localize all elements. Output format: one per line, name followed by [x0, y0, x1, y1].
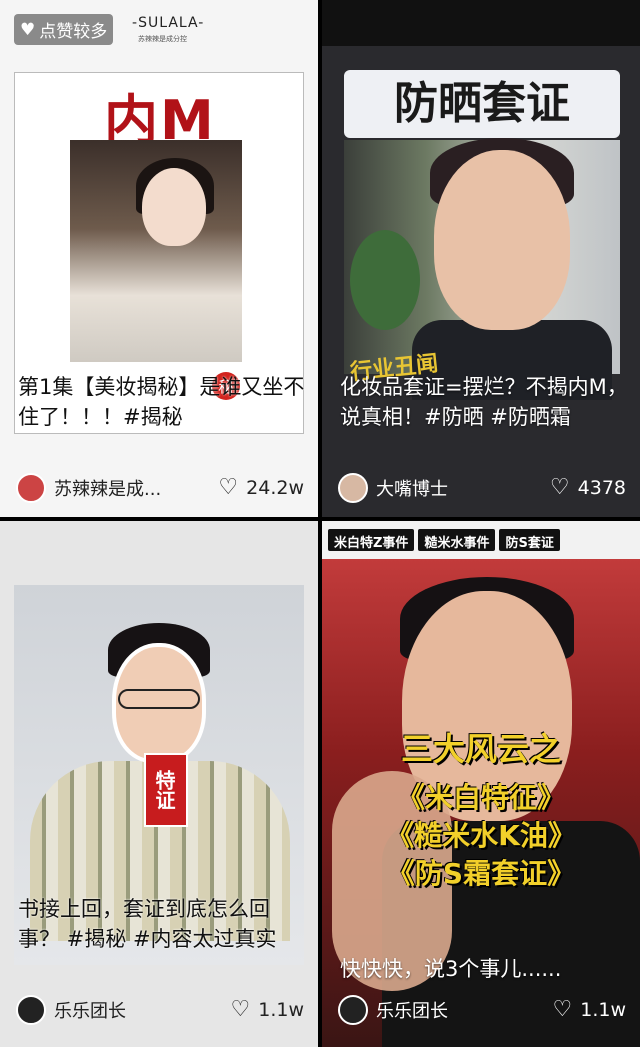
card-caption: 第1集【美妆揭秘】是谁又坐不住了！！！#揭秘 — [18, 375, 305, 429]
like-count: 1.1w — [258, 999, 304, 1021]
brand-logo: -SULALA- — [132, 15, 205, 31]
cover-tab: 米白特Z事件 — [328, 529, 415, 551]
feed-card-3[interactable]: 套证 特证 书接上回，套证到底怎么回事？ #揭秘 #内容太过真实 乐乐团长 ♡ … — [0, 521, 318, 1047]
avatar[interactable] — [16, 995, 46, 1025]
like-count: 4378 — [577, 477, 626, 499]
author-name: 乐乐团长 — [54, 1001, 126, 1022]
card-footer: 苏辣辣是成... ♡ 24.2w — [16, 473, 304, 503]
author[interactable]: 乐乐团长 — [338, 995, 448, 1025]
card-footer: 乐乐团长 ♡ 1.1w — [338, 995, 626, 1025]
cover-line: 《米白特征》 — [396, 781, 565, 814]
like-button[interactable]: ♡ 4378 — [549, 475, 626, 500]
plant-decor — [350, 230, 420, 330]
feed-card-2[interactable]: 防晒套证 行业丑闻 化妆品套证=摆烂？不揭内M，说真相！#防晒 #防晒霜 大嘴博… — [322, 0, 640, 517]
brand-subtitle: 苏辣辣是成分控 — [138, 35, 187, 43]
cover-line: 《糙米水K油》 — [386, 819, 576, 852]
author[interactable]: 乐乐团长 — [16, 995, 126, 1025]
card-footer: 大嘴博士 ♡ 4378 — [338, 473, 626, 503]
popular-badge: ♥ 点赞较多 — [14, 14, 114, 45]
like-button[interactable]: ♡ 24.2w — [218, 475, 304, 500]
cover-tab-strip: 米白特Z事件 糙米水事件 防S套证 — [322, 521, 640, 559]
author-name: 苏辣辣是成... — [54, 479, 162, 500]
avatar[interactable] — [338, 473, 368, 503]
card-caption: 化妆品套证=摆烂？不揭内M，说真相！#防晒 #防晒霜 — [340, 375, 628, 429]
author-name: 大嘴博士 — [376, 479, 448, 500]
heart-outline-icon: ♡ — [230, 997, 251, 1022]
held-sign: 特证 — [144, 753, 188, 827]
cover-title: 防晒套证 — [344, 70, 620, 138]
heart-outline-icon: ♡ — [218, 475, 239, 500]
like-count: 1.1w — [580, 999, 626, 1021]
cover-line: 《防S霜套证》 — [386, 857, 576, 890]
heart-outline-icon: ♡ — [552, 997, 573, 1022]
cover-tab: 防S套证 — [499, 529, 560, 551]
heart-outline-icon: ♡ — [549, 475, 570, 500]
feed-card-1[interactable]: 内M 秘 ♥ 点赞较多 -SULALA- 苏辣辣是成分控 第1集【美妆揭秘】是谁… — [0, 0, 318, 517]
person-face — [142, 168, 206, 246]
cover-line: 三大风云之 — [400, 730, 561, 768]
like-count: 24.2w — [246, 477, 304, 499]
like-button[interactable]: ♡ 1.1w — [552, 997, 627, 1022]
glasses — [118, 689, 200, 709]
top-stripe — [322, 0, 640, 46]
heart-filled-icon: ♥ — [20, 19, 36, 40]
author[interactable]: 大嘴博士 — [338, 473, 448, 503]
cover-tab: 糙米水事件 — [418, 529, 496, 551]
card-footer: 乐乐团长 ♡ 1.1w — [16, 995, 304, 1025]
avatar[interactable] — [338, 995, 368, 1025]
like-button[interactable]: ♡ 1.1w — [230, 997, 305, 1022]
card-caption: 书接上回，套证到底怎么回事？ #揭秘 #内容太过真实 — [18, 897, 277, 951]
avatar[interactable] — [16, 473, 46, 503]
person-face — [434, 150, 570, 330]
feed-card-4[interactable]: 米白特Z事件 糙米水事件 防S套证 三大风云之 《米白特征》 《糙米水K油》 《… — [322, 521, 640, 1047]
author-name: 乐乐团长 — [376, 1001, 448, 1022]
popular-badge-label: 点赞较多 — [39, 22, 108, 42]
author[interactable]: 苏辣辣是成... — [16, 473, 161, 503]
card-caption: 快快快，说3个事儿...... — [340, 957, 562, 981]
